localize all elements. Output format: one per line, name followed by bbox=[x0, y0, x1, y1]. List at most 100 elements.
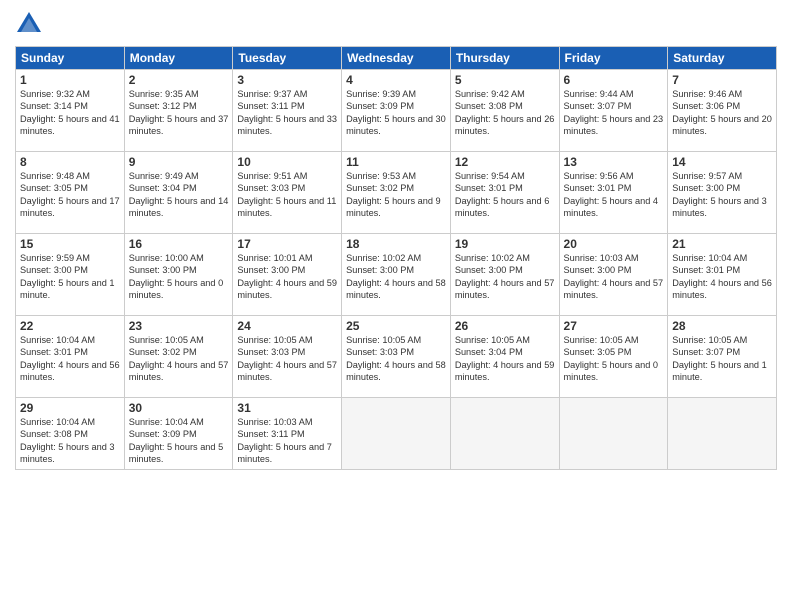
day-info: Sunrise: 9:53 AMSunset: 3:02 PMDaylight:… bbox=[346, 171, 441, 218]
day-number: 13 bbox=[564, 155, 664, 169]
day-number: 7 bbox=[672, 73, 772, 87]
day-info: Sunrise: 10:05 AMSunset: 3:04 PMDaylight… bbox=[455, 335, 555, 382]
calendar-cell bbox=[668, 398, 777, 470]
calendar-cell: 4 Sunrise: 9:39 AMSunset: 3:09 PMDaylight… bbox=[342, 70, 451, 152]
page-header bbox=[15, 10, 777, 38]
day-number: 6 bbox=[564, 73, 664, 87]
calendar-cell: 14 Sunrise: 9:57 AMSunset: 3:00 PMDayligh… bbox=[668, 152, 777, 234]
day-info: Sunrise: 9:35 AMSunset: 3:12 PMDaylight:… bbox=[129, 89, 229, 136]
day-info: Sunrise: 10:05 AMSunset: 3:02 PMDaylight… bbox=[129, 335, 229, 382]
day-number: 16 bbox=[129, 237, 229, 251]
day-info: Sunrise: 10:04 AMSunset: 3:01 PMDaylight… bbox=[20, 335, 120, 382]
day-number: 23 bbox=[129, 319, 229, 333]
weekday-header: Tuesday bbox=[233, 47, 342, 70]
calendar-cell: 30 Sunrise: 10:04 AMSunset: 3:09 PMDaylig… bbox=[124, 398, 233, 470]
day-number: 25 bbox=[346, 319, 446, 333]
weekday-header: Thursday bbox=[450, 47, 559, 70]
day-number: 18 bbox=[346, 237, 446, 251]
calendar-cell: 21Sunrise: 10:04 AMSunset: 3:01 PMDaylig… bbox=[668, 234, 777, 316]
calendar-cell: 10 Sunrise: 9:51 AMSunset: 3:03 PMDayligh… bbox=[233, 152, 342, 234]
calendar-cell: 18 Sunrise: 10:02 AMSunset: 3:00 PMDaylig… bbox=[342, 234, 451, 316]
day-number: 4 bbox=[346, 73, 446, 87]
day-number: 22 bbox=[20, 319, 120, 333]
day-number: 19 bbox=[455, 237, 555, 251]
calendar-table: SundayMondayTuesdayWednesdayThursdayFrid… bbox=[15, 46, 777, 470]
calendar-cell: 16 Sunrise: 10:00 AMSunset: 3:00 PMDaylig… bbox=[124, 234, 233, 316]
weekday-header: Wednesday bbox=[342, 47, 451, 70]
calendar-cell: 3 Sunrise: 9:37 AMSunset: 3:11 PMDaylight… bbox=[233, 70, 342, 152]
day-number: 30 bbox=[129, 401, 229, 415]
day-info: Sunrise: 9:54 AMSunset: 3:01 PMDaylight:… bbox=[455, 171, 550, 218]
day-info: Sunrise: 9:37 AMSunset: 3:11 PMDaylight:… bbox=[237, 89, 337, 136]
calendar-cell: 28Sunrise: 10:05 AMSunset: 3:07 PMDaylig… bbox=[668, 316, 777, 398]
day-info: Sunrise: 9:56 AMSunset: 3:01 PMDaylight:… bbox=[564, 171, 659, 218]
day-info: Sunrise: 9:39 AMSunset: 3:09 PMDaylight:… bbox=[346, 89, 446, 136]
day-number: 24 bbox=[237, 319, 337, 333]
day-info: Sunrise: 9:42 AMSunset: 3:08 PMDaylight:… bbox=[455, 89, 555, 136]
calendar-cell: 23 Sunrise: 10:05 AMSunset: 3:02 PMDaylig… bbox=[124, 316, 233, 398]
day-info: Sunrise: 10:02 AMSunset: 3:00 PMDaylight… bbox=[346, 253, 446, 300]
day-number: 8 bbox=[20, 155, 120, 169]
day-number: 12 bbox=[455, 155, 555, 169]
weekday-header: Sunday bbox=[16, 47, 125, 70]
calendar-cell: 8 Sunrise: 9:48 AMSunset: 3:05 PMDaylight… bbox=[16, 152, 125, 234]
day-info: Sunrise: 10:05 AMSunset: 3:05 PMDaylight… bbox=[564, 335, 659, 382]
day-info: Sunrise: 10:05 AMSunset: 3:03 PMDaylight… bbox=[237, 335, 337, 382]
day-number: 5 bbox=[455, 73, 555, 87]
calendar-cell: 20Sunrise: 10:03 AMSunset: 3:00 PMDaylig… bbox=[559, 234, 668, 316]
day-info: Sunrise: 10:03 AMSunset: 3:11 PMDaylight… bbox=[237, 417, 332, 464]
day-number: 10 bbox=[237, 155, 337, 169]
day-info: Sunrise: 9:46 AMSunset: 3:06 PMDaylight:… bbox=[672, 89, 772, 136]
day-number: 11 bbox=[346, 155, 446, 169]
calendar-cell: 5 Sunrise: 9:42 AMSunset: 3:08 PMDaylight… bbox=[450, 70, 559, 152]
day-number: 21 bbox=[672, 237, 772, 251]
calendar-cell: 17 Sunrise: 10:01 AMSunset: 3:00 PMDaylig… bbox=[233, 234, 342, 316]
day-info: Sunrise: 10:00 AMSunset: 3:00 PMDaylight… bbox=[129, 253, 224, 300]
calendar-cell: 9 Sunrise: 9:49 AMSunset: 3:04 PMDaylight… bbox=[124, 152, 233, 234]
day-info: Sunrise: 9:59 AMSunset: 3:00 PMDaylight:… bbox=[20, 253, 115, 300]
calendar-cell: 7 Sunrise: 9:46 AMSunset: 3:06 PMDaylight… bbox=[668, 70, 777, 152]
calendar-cell: 27Sunrise: 10:05 AMSunset: 3:05 PMDaylig… bbox=[559, 316, 668, 398]
day-number: 3 bbox=[237, 73, 337, 87]
calendar-cell: 19 Sunrise: 10:02 AMSunset: 3:00 PMDaylig… bbox=[450, 234, 559, 316]
calendar-cell bbox=[342, 398, 451, 470]
calendar-cell: 26 Sunrise: 10:05 AMSunset: 3:04 PMDaylig… bbox=[450, 316, 559, 398]
day-info: Sunrise: 9:49 AMSunset: 3:04 PMDaylight:… bbox=[129, 171, 229, 218]
day-number: 2 bbox=[129, 73, 229, 87]
day-info: Sunrise: 9:32 AMSunset: 3:14 PMDaylight:… bbox=[20, 89, 120, 136]
day-info: Sunrise: 9:44 AMSunset: 3:07 PMDaylight:… bbox=[564, 89, 664, 136]
day-info: Sunrise: 10:05 AMSunset: 3:03 PMDaylight… bbox=[346, 335, 446, 382]
day-info: Sunrise: 10:04 AMSunset: 3:09 PMDaylight… bbox=[129, 417, 224, 464]
calendar-cell: 13 Sunrise: 9:56 AMSunset: 3:01 PMDayligh… bbox=[559, 152, 668, 234]
day-info: Sunrise: 10:04 AMSunset: 3:08 PMDaylight… bbox=[20, 417, 115, 464]
day-number: 14 bbox=[672, 155, 772, 169]
day-number: 29 bbox=[20, 401, 120, 415]
day-number: 1 bbox=[20, 73, 120, 87]
calendar-cell: 15 Sunrise: 9:59 AMSunset: 3:00 PMDayligh… bbox=[16, 234, 125, 316]
calendar-cell bbox=[450, 398, 559, 470]
calendar-cell: 31Sunrise: 10:03 AMSunset: 3:11 PMDaylig… bbox=[233, 398, 342, 470]
day-info: Sunrise: 10:05 AMSunset: 3:07 PMDaylight… bbox=[672, 335, 767, 382]
day-info: Sunrise: 10:01 AMSunset: 3:00 PMDaylight… bbox=[237, 253, 337, 300]
day-info: Sunrise: 10:02 AMSunset: 3:00 PMDaylight… bbox=[455, 253, 555, 300]
calendar-cell: 22 Sunrise: 10:04 AMSunset: 3:01 PMDaylig… bbox=[16, 316, 125, 398]
day-info: Sunrise: 10:03 AMSunset: 3:00 PMDaylight… bbox=[564, 253, 664, 300]
day-number: 15 bbox=[20, 237, 120, 251]
logo-icon bbox=[15, 10, 43, 38]
calendar-cell: 12 Sunrise: 9:54 AMSunset: 3:01 PMDayligh… bbox=[450, 152, 559, 234]
calendar-cell: 2 Sunrise: 9:35 AMSunset: 3:12 PMDaylight… bbox=[124, 70, 233, 152]
calendar-cell: 6 Sunrise: 9:44 AMSunset: 3:07 PMDaylight… bbox=[559, 70, 668, 152]
calendar-cell: 24 Sunrise: 10:05 AMSunset: 3:03 PMDaylig… bbox=[233, 316, 342, 398]
logo bbox=[15, 10, 46, 38]
day-info: Sunrise: 9:57 AMSunset: 3:00 PMDaylight:… bbox=[672, 171, 767, 218]
day-info: Sunrise: 9:51 AMSunset: 3:03 PMDaylight:… bbox=[237, 171, 336, 218]
day-number: 17 bbox=[237, 237, 337, 251]
calendar-cell bbox=[559, 398, 668, 470]
calendar-cell: 11 Sunrise: 9:53 AMSunset: 3:02 PMDayligh… bbox=[342, 152, 451, 234]
day-number: 26 bbox=[455, 319, 555, 333]
weekday-header: Monday bbox=[124, 47, 233, 70]
weekday-header: Saturday bbox=[668, 47, 777, 70]
calendar-cell: 25 Sunrise: 10:05 AMSunset: 3:03 PMDaylig… bbox=[342, 316, 451, 398]
day-number: 9 bbox=[129, 155, 229, 169]
day-info: Sunrise: 9:48 AMSunset: 3:05 PMDaylight:… bbox=[20, 171, 120, 218]
